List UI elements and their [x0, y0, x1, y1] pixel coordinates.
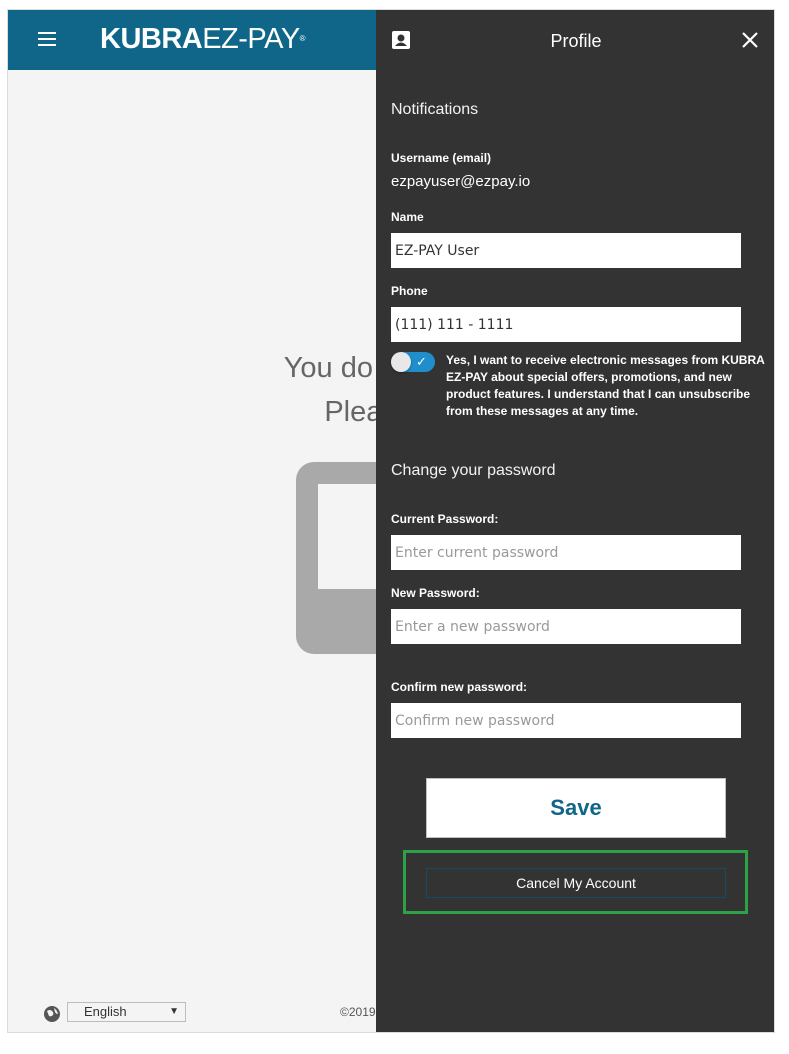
username-value: ezpayuser@ezpay.io — [391, 173, 531, 190]
name-field[interactable] — [391, 233, 741, 268]
new-password-field[interactable] — [391, 609, 741, 644]
profile-panel: Profile Notifications Username (email) e… — [376, 10, 774, 1032]
username-label: Username (email) — [391, 151, 492, 165]
toggle-knob — [391, 352, 411, 372]
app-window: KUBRAEZ-PAY® You do not have Please ac E… — [7, 9, 775, 1033]
globe-icon — [44, 1006, 60, 1022]
marketing-consent-toggle[interactable]: ✓ — [391, 352, 435, 372]
menu-icon[interactable] — [38, 32, 56, 48]
save-button[interactable]: Save — [426, 778, 726, 838]
copyright-text: ©2019 — [340, 1005, 376, 1019]
check-icon: ✓ — [416, 354, 427, 369]
cancel-account-button[interactable]: Cancel My Account — [426, 868, 726, 898]
language-select-value: English — [84, 1004, 127, 1019]
current-password-field[interactable] — [391, 535, 741, 570]
confirm-password-field[interactable] — [391, 703, 741, 738]
confirm-password-label: Confirm new password: — [391, 680, 528, 694]
close-icon[interactable] — [741, 31, 759, 49]
new-password-label: New Password: — [391, 586, 480, 600]
phone-label: Phone — [391, 284, 428, 298]
profile-panel-header: Profile — [376, 10, 774, 70]
language-select[interactable]: English ▼ — [67, 1002, 186, 1022]
panel-title: Profile — [550, 31, 602, 51]
change-password-heading: Change your password — [391, 462, 556, 479]
notifications-heading: Notifications — [391, 101, 479, 118]
logo: KUBRAEZ-PAY® — [100, 23, 306, 55]
caret-down-icon: ▼ — [169, 1006, 179, 1017]
phone-field[interactable] — [391, 307, 741, 342]
marketing-consent-text: Yes, I want to receive electronic messag… — [446, 353, 765, 418]
name-label: Name — [391, 210, 424, 224]
current-password-label: Current Password: — [391, 512, 499, 526]
